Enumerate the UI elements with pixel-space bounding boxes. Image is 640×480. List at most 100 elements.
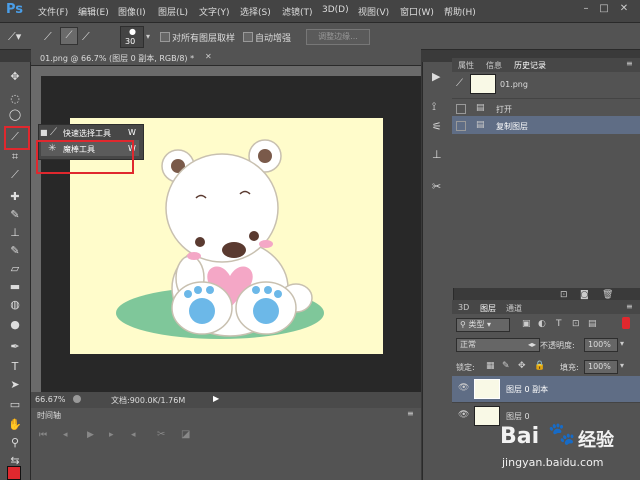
menu-file[interactable]: 文件(F) xyxy=(38,5,68,18)
menu-3d[interactable]: 3D(D) xyxy=(322,5,349,15)
panel-menu-icon[interactable]: ≡ xyxy=(407,409,414,418)
layer-name[interactable]: 图层 0 副本 xyxy=(506,384,548,395)
lock-pixels-icon[interactable]: ✎ xyxy=(502,361,510,371)
zoom-level[interactable]: 66.67% xyxy=(35,395,66,404)
refine-edge-button[interactable]: 调整边缘... xyxy=(306,29,370,45)
restore-icon[interactable]: □ xyxy=(598,3,610,15)
shape-tool-icon[interactable]: ▭ xyxy=(8,398,22,412)
history-item-open[interactable]: ▤ 打开 xyxy=(452,98,640,117)
history-item-duplicate-layer[interactable]: ▤ 复制图层 xyxy=(452,116,640,134)
adjustment-filter-icon[interactable]: ◐ xyxy=(538,319,546,329)
close-tab-icon[interactable]: ✕ xyxy=(205,52,212,61)
eyedropper-tool-icon[interactable]: ⟋ xyxy=(8,168,22,182)
tool-options-icon[interactable]: ✂ xyxy=(432,180,441,193)
marquee-tool-icon[interactable]: ◌ xyxy=(8,92,22,106)
menu-edit[interactable]: 编辑(E) xyxy=(78,5,109,18)
tab-layers[interactable]: 图层 xyxy=(480,303,496,314)
status-info-icon[interactable] xyxy=(73,395,81,403)
menu-filter[interactable]: 滤镜(T) xyxy=(282,5,313,18)
play-actions-icon[interactable]: ▶ xyxy=(432,70,440,83)
baidu-jingyan-watermark: Bai 🐾 经验 jingyan.baidu.com xyxy=(500,420,640,480)
pixel-filter-icon[interactable]: ▣ xyxy=(522,319,531,329)
quick-select-preset-icon[interactable]: ⟋▾ xyxy=(8,30,21,44)
brush-tool-icon[interactable]: ✎ xyxy=(8,208,22,222)
status-menu-arrow-icon[interactable]: ▶ xyxy=(213,394,219,403)
close-icon[interactable]: ✕ xyxy=(618,3,630,15)
history-state-checkbox[interactable] xyxy=(456,121,466,131)
clone-stamp-icon[interactable]: ⊥ xyxy=(8,226,22,240)
camera-snapshot-icon[interactable]: ◙ xyxy=(580,290,589,300)
layer-filter-select[interactable]: ⚲ 类型 ▾ xyxy=(456,318,510,332)
flyout-item-quick-select[interactable]: 快速选择工具 xyxy=(63,128,111,139)
smart-object-filter-icon[interactable]: ▤ xyxy=(588,319,597,329)
move-tool-icon[interactable]: ✥ xyxy=(8,70,22,84)
crop-tool-icon[interactable]: ⌗ xyxy=(8,150,22,164)
menu-type[interactable]: 文字(Y) xyxy=(199,5,230,18)
menu-image[interactable]: 图像(I) xyxy=(118,5,146,18)
menu-select[interactable]: 选择(S) xyxy=(240,5,271,18)
play-icon[interactable]: ▶ xyxy=(87,430,94,440)
first-frame-icon[interactable]: ⏮ xyxy=(39,430,47,440)
layer-row-copy[interactable]: 👁 图层 0 副本 xyxy=(452,376,640,402)
eye-icon[interactable]: 👁 xyxy=(458,383,469,393)
chevron-down-icon[interactable]: ▾ xyxy=(620,361,624,370)
subtract-selection-icon[interactable]: ⟋ xyxy=(82,30,90,44)
tab-channels[interactable]: 通道 xyxy=(506,303,522,314)
hand-tool-icon[interactable]: ✋ xyxy=(8,418,22,432)
minimize-icon[interactable]: – xyxy=(580,3,592,15)
lock-all-icon[interactable]: 🔒 xyxy=(534,361,545,371)
collapsed-panels-strip: ▶ ⟟ ⚟ ⊥ ✂ xyxy=(422,62,454,480)
chevron-down-icon[interactable]: ▾ xyxy=(146,32,150,41)
lock-position-icon[interactable]: ✥ xyxy=(518,361,526,371)
eye-icon[interactable]: 👁 xyxy=(458,410,469,420)
panel-menu-icon[interactable]: ≡ xyxy=(626,302,633,311)
dodge-tool-icon[interactable]: ● xyxy=(8,318,22,332)
prev-frame-icon[interactable]: ◂ xyxy=(63,430,68,440)
type-tool-icon[interactable]: T xyxy=(8,360,22,374)
lock-transparent-icon[interactable]: ▦ xyxy=(486,361,495,371)
audio-icon[interactable]: ◂ xyxy=(131,430,136,440)
healing-brush-icon[interactable]: ✚ xyxy=(8,190,22,204)
next-frame-icon[interactable]: ▸ xyxy=(109,430,114,440)
eraser-tool-icon[interactable]: ▱ xyxy=(8,262,22,276)
clone-source-icon[interactable]: ⊥ xyxy=(432,148,442,161)
history-brush-source-icon[interactable]: ⟋ xyxy=(456,78,463,89)
menu-layer[interactable]: 图层(L) xyxy=(158,5,188,18)
filter-toggle[interactable] xyxy=(622,317,630,329)
menu-view[interactable]: 视图(V) xyxy=(358,5,389,18)
transition-icon[interactable]: ◪ xyxy=(181,429,190,440)
zoom-tool-icon[interactable]: ⚲ xyxy=(8,436,22,450)
lasso-tool-icon[interactable]: ◯ xyxy=(8,108,22,122)
history-state-checkbox[interactable] xyxy=(456,104,466,114)
blend-mode-select[interactable]: 正常 ◂▸ xyxy=(456,338,540,352)
snapshot-label[interactable]: 01.png xyxy=(500,80,528,89)
scissors-icon[interactable]: ✂ xyxy=(157,429,165,440)
new-selection-icon[interactable]: ⟋ xyxy=(44,30,52,44)
blur-tool-icon[interactable]: ◍ xyxy=(8,298,22,312)
history-brush-icon[interactable]: ✎ xyxy=(8,244,22,258)
menu-window[interactable]: 窗口(W) xyxy=(400,5,434,18)
path-select-icon[interactable]: ➤ xyxy=(8,378,22,392)
tool-presets-icon[interactable]: ⟟ xyxy=(432,100,436,114)
tab-3d[interactable]: 3D xyxy=(458,303,469,312)
sample-all-layers-checkbox[interactable] xyxy=(160,32,170,42)
fill-input[interactable]: 100% xyxy=(584,360,618,374)
tab-info[interactable]: 信息 xyxy=(486,60,502,71)
gradient-tool-icon[interactable]: ▬ xyxy=(8,280,22,294)
opacity-input[interactable]: 100% xyxy=(584,338,618,352)
menu-help[interactable]: 帮助(H) xyxy=(444,5,476,18)
brush-presets-icon[interactable]: ⚟ xyxy=(432,120,442,133)
type-filter-icon[interactable]: T xyxy=(556,319,562,329)
tab-history[interactable]: 历史记录 xyxy=(514,60,546,71)
brush-size-picker[interactable]: ● 30 xyxy=(120,26,144,48)
trash-icon[interactable]: 🗑 xyxy=(602,290,613,300)
tab-properties[interactable]: 属性 xyxy=(458,60,474,71)
panel-menu-icon[interactable]: ≡ xyxy=(626,59,633,68)
new-document-from-state-icon[interactable]: ⊡ xyxy=(560,290,568,300)
chevron-down-icon[interactable]: ▾ xyxy=(620,339,624,348)
pen-tool-icon[interactable]: ✒ xyxy=(8,340,22,354)
auto-enhance-checkbox[interactable] xyxy=(243,32,253,42)
add-to-selection-icon[interactable]: ⟋ xyxy=(60,27,78,45)
shape-filter-icon[interactable]: ⊡ xyxy=(572,319,580,329)
foreground-color-swatch[interactable] xyxy=(7,466,21,480)
